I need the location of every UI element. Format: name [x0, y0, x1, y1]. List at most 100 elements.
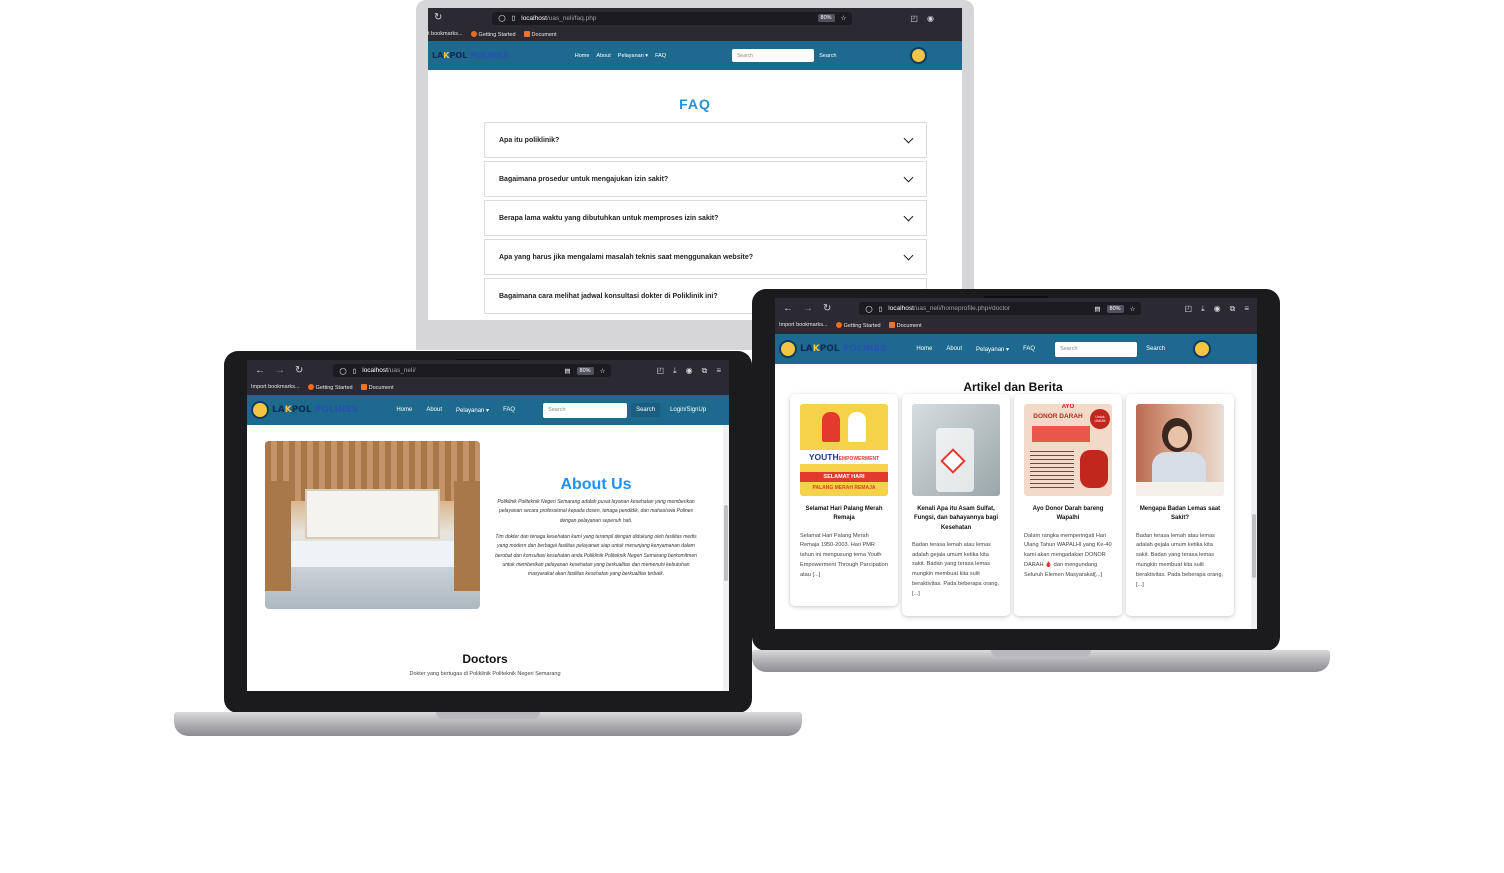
site-logo[interactable]: LAKPOL POLINES — [779, 340, 886, 358]
faq-item-4[interactable]: Apa yang harus jika mengalami masalah te… — [484, 239, 927, 275]
bookmark-import[interactable]: t bookmarks... — [428, 31, 463, 37]
article-image-donor: AYO DONOR DARAH Untuk UMUM — [1024, 404, 1112, 496]
chevron-down-icon[interactable] — [903, 211, 914, 221]
bookmark-document[interactable]: Document — [888, 321, 922, 329]
clinic-lobby-image — [265, 441, 480, 609]
nav-home[interactable]: Home — [916, 346, 932, 353]
chevron-down-icon[interactable] — [903, 133, 914, 143]
reload-icon[interactable]: ↻ — [434, 13, 442, 23]
search-input[interactable]: Search — [1055, 341, 1138, 357]
zoom-badge[interactable]: 80% — [817, 14, 835, 22]
article-title[interactable]: Kenali Apa itu Asam Sulfat, Fungsi, dan … — [912, 505, 1000, 533]
bookmark-import[interactable]: Import bookmarks... — [779, 322, 828, 328]
star-icon[interactable]: ☆ — [1130, 305, 1136, 313]
shield-icon: ◯ — [865, 305, 873, 313]
reload-icon[interactable]: ↻ — [823, 303, 831, 314]
article-image-acid — [912, 404, 1000, 496]
reload-icon[interactable]: ↻ — [295, 365, 303, 376]
shield-icon: ◯ — [498, 15, 506, 22]
article-card-3[interactable]: AYO DONOR DARAH Untuk UMUM Ayo Donor Dar… — [1014, 394, 1122, 616]
article-image-sick-woman — [1136, 404, 1224, 496]
back-icon[interactable]: ← — [783, 303, 793, 314]
article-image-pmr: YOUTHEMPOWERMENT SELAMAT HARI PALANG MER… — [800, 404, 888, 496]
reader-icon[interactable]: ▤ — [1094, 305, 1100, 313]
nav-faq[interactable]: FAQ — [1023, 346, 1035, 353]
article-title[interactable]: Ayo Donor Darah bareng Wapalhi — [1024, 505, 1112, 524]
article-excerpt: Dalam rangka memperingati Hari Ulang Tah… — [1024, 532, 1112, 578]
bookmark-getting-started[interactable]: Getting Started — [307, 383, 353, 391]
nav-faq[interactable]: FAQ — [655, 53, 666, 59]
bookmark-getting-started[interactable]: Getting Started — [470, 30, 516, 38]
faq-heading: FAQ — [679, 96, 711, 112]
extensions-icon[interactable]: ⧉ — [1230, 304, 1236, 314]
download-icon[interactable]: ⤓ — [1201, 304, 1205, 314]
url-bar[interactable]: ◯ ▯ localhost/uas_neli/homeprofile.php#d… — [859, 302, 1142, 315]
nav-pelayanan[interactable]: Pelayanan ▾ — [618, 53, 648, 59]
page-icon: ▯ — [511, 15, 516, 22]
nav-faq[interactable]: FAQ — [503, 407, 515, 414]
chevron-down-icon[interactable] — [903, 250, 914, 260]
nav-pelayanan[interactable]: Pelayanan ▾ — [456, 407, 489, 414]
about-title: About Us — [560, 476, 632, 493]
article-card-1[interactable]: YOUTHEMPOWERMENT SELAMAT HARI PALANG MER… — [790, 394, 898, 606]
reader-icon[interactable]: ▤ — [564, 367, 570, 375]
about-screen: ← → ↻ ◯ ▯ localhost/uas_neli/ ▤ 80% ☆ ◰ … — [247, 360, 729, 691]
zoom-badge[interactable]: 80% — [576, 366, 594, 375]
search-button[interactable]: Search — [631, 403, 661, 417]
articles-screen: ← → ↻ ◯ ▯ localhost/uas_neli/homeprofile… — [775, 298, 1257, 629]
faq-screen: ↻ ◯ ▯ localhost/uas_neli/faq.php 80% ☆ ◰… — [428, 8, 962, 320]
site-logo[interactable]: LAKPOL POLINES — [432, 51, 509, 60]
articles-laptop: ← → ↻ ◯ ▯ localhost/uas_neli/homeprofile… — [752, 289, 1330, 673]
forward-icon[interactable]: → — [275, 365, 285, 376]
nav-home[interactable]: Home — [396, 407, 412, 414]
polines-seal-icon — [909, 47, 927, 64]
article-title[interactable]: Selamat Hari Palang Merah Remaja — [800, 505, 888, 524]
bookmark-import[interactable]: Import bookmarks... — [251, 384, 300, 390]
bookmark-document[interactable]: Document — [360, 383, 394, 391]
search-input[interactable]: Search — [543, 402, 628, 418]
back-icon[interactable]: ← — [255, 365, 265, 376]
shield-icon: ◯ — [339, 367, 347, 375]
nav-home[interactable]: Home — [575, 53, 590, 59]
bookmark-getting-started[interactable]: Getting Started — [835, 321, 881, 329]
pocket-icon[interactable]: ◰ — [910, 14, 918, 23]
nav-about[interactable]: About — [946, 346, 962, 353]
login-signup-button[interactable]: Login/SignUp — [670, 407, 706, 413]
article-card-2[interactable]: Kenali Apa itu Asam Sulfat, Fungsi, dan … — [902, 394, 1010, 616]
page-icon: ▯ — [352, 367, 357, 375]
chevron-down-icon[interactable] — [903, 172, 914, 182]
doctors-title: Doctors — [462, 652, 508, 666]
bookmark-document[interactable]: Document — [523, 30, 557, 38]
nav-about[interactable]: About — [596, 53, 610, 59]
faq-item-1[interactable]: Apa itu poliklinik? — [484, 122, 927, 158]
url-bar[interactable]: ◯ ▯ localhost/uas_neli/faq.php 80% ☆ — [492, 11, 853, 25]
account-icon[interactable]: ◉ — [686, 366, 693, 376]
zoom-badge[interactable]: 80% — [1106, 304, 1124, 313]
nav-pelayanan[interactable]: Pelayanan ▾ — [976, 346, 1009, 353]
faq-item-2[interactable]: Bagaimana prosedur untuk mengajukan izin… — [484, 161, 927, 197]
user-avatar-icon[interactable] — [1193, 340, 1212, 358]
menu-icon[interactable]: ≡ — [1244, 304, 1249, 314]
forward-icon[interactable]: → — [803, 303, 813, 314]
faq-item-3[interactable]: Berapa lama waktu yang dibutuhkan untuk … — [484, 200, 927, 236]
doctors-subtitle: Dokter yang bertugas di Poliklinik Polit… — [409, 671, 561, 677]
account-icon[interactable]: ◉ — [1214, 304, 1221, 314]
pocket-icon[interactable]: ◰ — [1185, 304, 1193, 314]
download-icon[interactable]: ⤓ — [673, 366, 677, 376]
about-laptop: ← → ↻ ◯ ▯ localhost/uas_neli/ ▤ 80% ☆ ◰ … — [174, 351, 802, 741]
pocket-icon[interactable]: ◰ — [657, 366, 665, 376]
menu-icon[interactable]: ≡ — [716, 366, 721, 376]
star-icon[interactable]: ☆ — [600, 367, 606, 375]
extensions-icon[interactable]: ⧉ — [702, 366, 708, 376]
star-icon[interactable]: ☆ — [841, 14, 847, 22]
article-card-4[interactable]: Mengapa Badan Lemas saat Sakit? Badan te… — [1126, 394, 1234, 616]
search-button[interactable]: Search — [819, 53, 836, 59]
nav-about[interactable]: About — [426, 407, 442, 414]
account-icon[interactable]: ◉ — [927, 14, 934, 23]
search-input[interactable]: Search — [732, 49, 815, 62]
site-logo[interactable]: LAKPOL POLINES — [251, 401, 358, 419]
search-button[interactable]: Search — [1146, 346, 1165, 352]
url-bar[interactable]: ◯ ▯ localhost/uas_neli/ ▤ 80% ☆ — [333, 364, 612, 377]
article-title[interactable]: Mengapa Badan Lemas saat Sakit? — [1136, 505, 1224, 524]
polines-seal-icon — [779, 340, 797, 358]
